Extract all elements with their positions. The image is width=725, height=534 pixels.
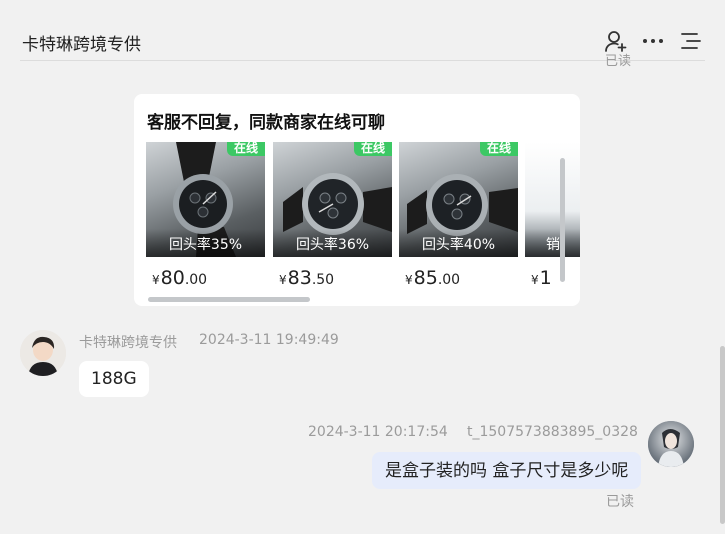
shop-name-title: 卡特琳跨境专供 bbox=[22, 35, 141, 55]
price-decimal: .00 bbox=[184, 272, 208, 288]
price-decimal: .00 bbox=[437, 272, 461, 288]
message-timestamp: 2024-3-11 19:49:49 bbox=[199, 332, 339, 348]
product-price: ¥83.50 bbox=[279, 267, 392, 289]
more-icon[interactable] bbox=[641, 29, 665, 53]
card-horizontal-scrollbar[interactable] bbox=[148, 297, 310, 302]
shop-avatar[interactable] bbox=[20, 330, 66, 376]
online-badge: 在线 bbox=[353, 142, 392, 156]
currency-symbol: ¥ bbox=[279, 273, 287, 287]
user-avatar[interactable] bbox=[648, 421, 694, 467]
menu-list-icon[interactable] bbox=[679, 29, 703, 53]
read-status: 已读 bbox=[606, 494, 634, 510]
recommendation-title: 客服不回复，同款商家在线可聊 bbox=[147, 113, 385, 133]
price-decimal: .50 bbox=[311, 272, 335, 288]
product-price: ¥85.00 bbox=[405, 267, 518, 289]
watch-image: 销 bbox=[525, 142, 580, 257]
return-rate-label: 回头率40% bbox=[399, 229, 518, 257]
price-integer: 80 bbox=[160, 267, 185, 289]
return-rate-label: 销 bbox=[525, 229, 580, 257]
watch-image: 在线 回头率36% bbox=[273, 142, 392, 257]
product-card[interactable]: 在线 回头率40% ¥85.00 bbox=[399, 142, 518, 289]
watch-image: 在线 回头率35% bbox=[146, 142, 265, 257]
message-sender-name: 卡特琳跨境专供 bbox=[79, 335, 177, 351]
price-integer: 83 bbox=[287, 267, 312, 289]
card-vertical-scrollbar[interactable] bbox=[560, 158, 565, 282]
return-rate-label: 回头率35% bbox=[146, 229, 265, 257]
product-card[interactable]: 销 ¥1 bbox=[525, 142, 580, 289]
message-sender-name: t_1507573883895_0328 bbox=[467, 424, 638, 440]
header-divider bbox=[20, 60, 705, 61]
product-card[interactable]: 在线 回头率36% ¥83.50 bbox=[273, 142, 392, 289]
message-bubble: 是盒子装的吗 盒子尺寸是多少呢 bbox=[372, 452, 642, 489]
message-timestamp: 2024-3-11 20:17:54 bbox=[308, 424, 448, 440]
previous-read-status: 已读 bbox=[605, 54, 632, 69]
watch-image: 在线 回头率40% bbox=[399, 142, 518, 257]
return-rate-label: 回头率36% bbox=[273, 229, 392, 257]
price-integer: 1 bbox=[539, 267, 552, 289]
product-price: ¥1 bbox=[531, 267, 580, 289]
currency-symbol: ¥ bbox=[152, 273, 160, 287]
currency-symbol: ¥ bbox=[531, 273, 539, 287]
product-card[interactable]: 在线 回头率35% ¥80.00 bbox=[146, 142, 265, 289]
product-price: ¥80.00 bbox=[152, 267, 265, 289]
online-badge: 在线 bbox=[226, 142, 265, 156]
currency-symbol: ¥ bbox=[405, 273, 413, 287]
price-integer: 85 bbox=[413, 267, 438, 289]
recommendation-card: 客服不回复，同款商家在线可聊 在线 回头率35% ¥80.00 在线 回头率36… bbox=[134, 94, 580, 306]
online-badge: 在线 bbox=[479, 142, 518, 156]
chat-scrollbar[interactable] bbox=[720, 346, 725, 524]
message-bubble: 188G bbox=[79, 361, 149, 397]
